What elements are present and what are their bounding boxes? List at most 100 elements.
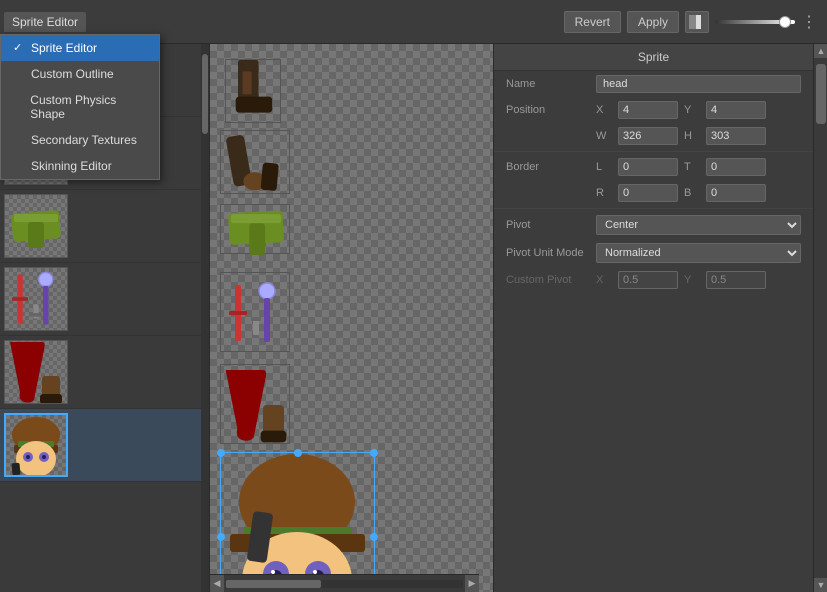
canvas-sprite-2[interactable] xyxy=(220,130,290,194)
border-t-input[interactable] xyxy=(706,158,766,176)
dropdown-item-custom-physics[interactable]: Custom Physics Shape xyxy=(1,87,159,127)
check-icon: ✓ xyxy=(13,41,25,54)
pivot-unit-label: Pivot Unit Mode xyxy=(506,247,596,259)
editor-title-button[interactable]: Sprite Editor xyxy=(4,12,86,32)
custom-pivot-label: Custom Pivot xyxy=(506,274,596,286)
scroll-left-button[interactable]: ◀ xyxy=(210,575,224,592)
custom-pivot-x-input[interactable] xyxy=(618,271,678,289)
check-icon-empty2 xyxy=(13,101,24,113)
left-scrollbar[interactable] xyxy=(201,44,209,592)
custom-y-label: Y xyxy=(684,274,700,286)
custom-pivot-row: Custom Pivot X Y xyxy=(494,267,813,293)
handle-mr[interactable] xyxy=(370,533,378,541)
scroll-right-button[interactable]: ▶ xyxy=(465,575,479,592)
border-r-input[interactable] xyxy=(618,184,678,202)
pos-y-input[interactable] xyxy=(706,101,766,119)
top-bar: Sprite Editor ✓ Sprite Editor Custom Out… xyxy=(0,0,827,44)
h-label: H xyxy=(684,130,700,142)
handle-tr[interactable] xyxy=(370,449,378,457)
list-item[interactable] xyxy=(0,190,209,263)
canvas-area[interactable]: ◀ ▶ xyxy=(210,44,493,592)
list-item[interactable] xyxy=(0,336,209,409)
sprite-thumb-head xyxy=(4,413,68,477)
brightness-thumb xyxy=(779,16,791,28)
brightness-control xyxy=(715,20,795,24)
x-label: X xyxy=(596,104,612,116)
color-mode-button[interactable] xyxy=(685,11,709,33)
canvas-sprite-5[interactable] xyxy=(220,364,290,444)
color-icon xyxy=(689,15,705,29)
l-label: L xyxy=(596,161,612,173)
canvas-sprite-head[interactable] xyxy=(220,452,375,592)
border-l-input[interactable] xyxy=(618,158,678,176)
position-wh-group: W H xyxy=(596,127,801,145)
canvas-sprite-img-4 xyxy=(221,273,291,353)
sprite-img-head xyxy=(8,415,64,475)
handle-tm[interactable] xyxy=(294,449,302,457)
scrollbar-track[interactable] xyxy=(226,580,463,588)
brightness-slider[interactable] xyxy=(715,20,795,24)
custom-x-label: X xyxy=(596,274,612,286)
custom-pivot-y-input[interactable] xyxy=(706,271,766,289)
name-input[interactable] xyxy=(596,75,801,93)
pivot-row: Pivot Center Top LeftTopTop Right LeftRi… xyxy=(494,211,813,239)
position-label: Position xyxy=(506,104,596,116)
position-wh-row: W H xyxy=(494,123,813,149)
divider-1 xyxy=(494,151,813,152)
name-input-wrapper xyxy=(596,75,801,93)
dropdown-item-skinning-editor[interactable]: Skinning Editor xyxy=(1,153,159,179)
pivot-unit-select[interactable]: Pixels Normalized xyxy=(596,243,801,263)
position-xy-row: Position X Y xyxy=(494,97,813,123)
dropdown-item-secondary-textures[interactable]: Secondary Textures xyxy=(1,127,159,153)
list-item[interactable] xyxy=(0,263,209,336)
right-scrollbar: ▲ ▼ xyxy=(813,44,827,592)
dropdown-item-sprite-editor[interactable]: ✓ Sprite Editor xyxy=(1,35,159,61)
dropdown-item-custom-outline[interactable]: Custom Outline xyxy=(1,61,159,87)
more-options-button[interactable]: ⋮ xyxy=(801,12,817,32)
check-icon-empty xyxy=(13,68,25,80)
border-rb-row: R B xyxy=(494,180,813,206)
sprite-properties-panel: Sprite Name Position X Y W H xyxy=(493,44,813,592)
revert-button[interactable]: Revert xyxy=(564,11,621,33)
canvas-sprite-1[interactable] xyxy=(225,59,281,123)
canvas-sprite-4[interactable] xyxy=(220,272,290,352)
border-rb-group: R B xyxy=(596,184,801,202)
position-xy-group: X Y xyxy=(596,101,801,119)
border-label: Border xyxy=(506,161,596,173)
scroll-down-button[interactable]: ▼ xyxy=(814,578,827,592)
check-icon-empty4 xyxy=(13,160,25,172)
border-b-input[interactable] xyxy=(706,184,766,202)
pos-h-input[interactable] xyxy=(706,127,766,145)
canvas-sprite-img-1 xyxy=(226,60,282,124)
pivot-select[interactable]: Center Top LeftTopTop Right LeftRight Bo… xyxy=(596,215,801,235)
name-row: Name xyxy=(494,71,813,97)
border-lt-group: L T xyxy=(596,158,801,176)
sprite-thumb-4 xyxy=(4,267,68,331)
top-bar-right: Revert Apply ⋮ xyxy=(564,11,819,33)
pivot-unit-row: Pivot Unit Mode Pixels Normalized xyxy=(494,239,813,267)
pivot-label: Pivot xyxy=(506,219,596,231)
list-item[interactable] xyxy=(0,409,209,482)
handle-tl[interactable] xyxy=(217,449,225,457)
canvas-sprite-img-3 xyxy=(221,205,291,255)
pos-x-input[interactable] xyxy=(618,101,678,119)
scrollbar-thumb xyxy=(226,580,321,588)
scroll-up-button[interactable]: ▲ xyxy=(814,44,827,58)
pivot-unit-select-wrapper: Pixels Normalized xyxy=(596,243,801,263)
sprite-thumb-5 xyxy=(4,340,68,404)
custom-pivot-group: X Y xyxy=(596,271,801,289)
sprite-img-3 xyxy=(8,204,64,248)
b-label: B xyxy=(684,187,700,199)
apply-button[interactable]: Apply xyxy=(627,11,679,33)
sprite-img-4 xyxy=(5,269,67,329)
border-lt-row: Border L T xyxy=(494,154,813,180)
pos-w-input[interactable] xyxy=(618,127,678,145)
right-scroll-thumb[interactable] xyxy=(816,64,826,124)
pivot-select-wrapper: Center Top LeftTopTop Right LeftRight Bo… xyxy=(596,215,801,235)
canvas-sprite-3[interactable] xyxy=(220,204,290,254)
w-label: W xyxy=(596,130,612,142)
r-label: R xyxy=(596,187,612,199)
sprite-header: Sprite xyxy=(494,44,813,71)
handle-ml[interactable] xyxy=(217,533,225,541)
check-icon-empty3 xyxy=(13,134,25,146)
